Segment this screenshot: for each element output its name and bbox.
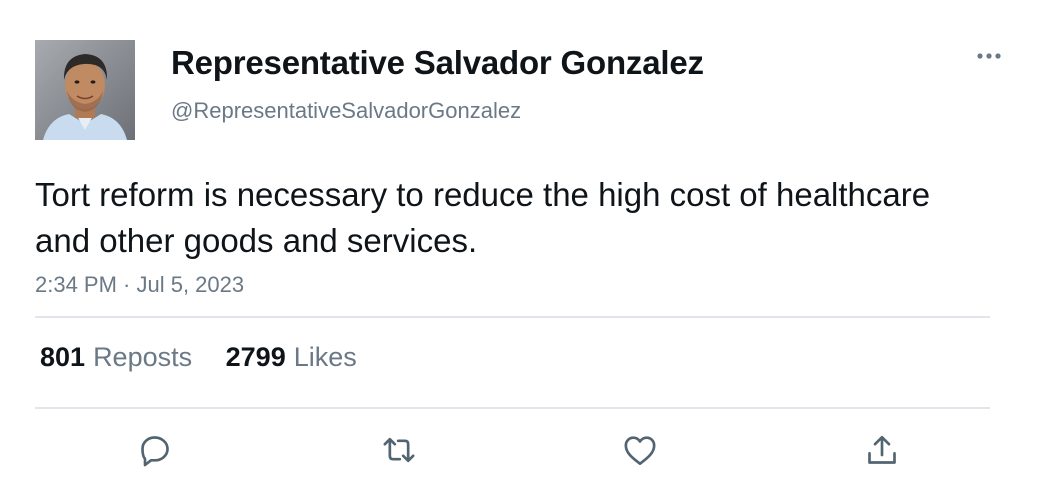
repost-icon — [383, 437, 415, 463]
tweet-timestamp[interactable]: 2:34 PM · Jul 5, 2023 — [35, 272, 244, 298]
user-handle[interactable]: @RepresentativeSalvadorGonzalez — [171, 98, 521, 124]
reposts-count: 801 — [40, 342, 86, 372]
share-icon — [868, 435, 896, 464]
avatar[interactable] — [35, 40, 135, 140]
heart-icon — [624, 436, 656, 465]
reposts-label: Reposts — [93, 342, 193, 372]
repost-button[interactable] — [377, 428, 421, 472]
more-dots-icon — [977, 53, 1001, 59]
more-options-button[interactable] — [972, 44, 1006, 68]
tweet-text: Tort reform is necessary to reduce the h… — [35, 176, 931, 259]
reply-icon — [141, 436, 169, 467]
share-button[interactable] — [860, 428, 904, 472]
likes-stat[interactable]: 2799 Likes — [226, 342, 357, 373]
likes-count: 2799 — [225, 342, 286, 372]
engagement-stats: 801 Reposts 2799 Likes — [40, 342, 357, 373]
reposts-stat[interactable]: 801 Reposts — [40, 342, 192, 373]
likes-label: Likes — [293, 342, 357, 372]
divider — [35, 407, 990, 409]
divider — [35, 316, 990, 318]
display-name[interactable]: Representative Salvador Gonzalez — [171, 44, 704, 82]
like-button[interactable] — [618, 428, 662, 472]
reply-button[interactable] — [133, 428, 177, 472]
avatar-photo — [35, 40, 135, 140]
